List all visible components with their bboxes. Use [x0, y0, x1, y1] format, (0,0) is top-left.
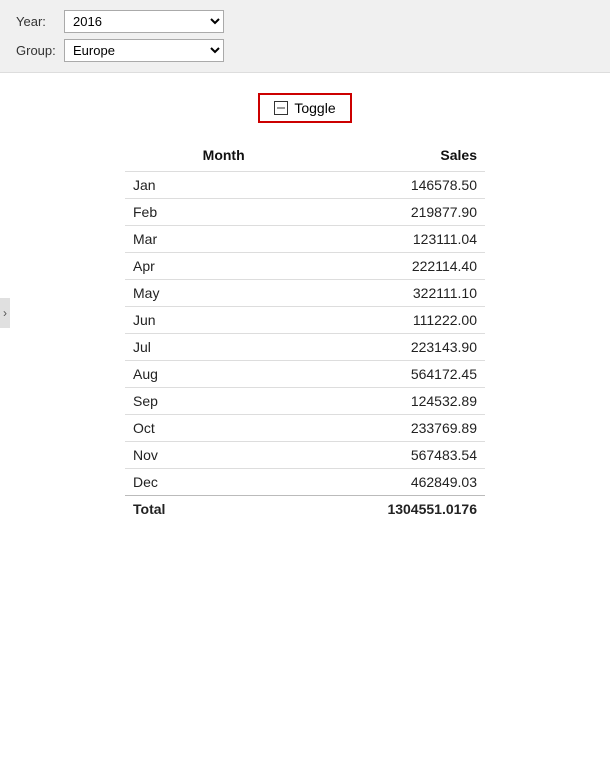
total-value: 1304551.0176 [253, 496, 485, 523]
sales-cell: 219877.90 [253, 199, 485, 226]
table-row: Aug564172.45 [125, 361, 485, 388]
sales-cell: 567483.54 [253, 442, 485, 469]
year-row: Year: 2016 2015 2017 2018 [16, 10, 594, 33]
total-label: Total [125, 496, 253, 523]
sidebar-collapse-arrow[interactable]: › [0, 298, 10, 328]
month-header: Month [125, 143, 253, 172]
sales-cell: 233769.89 [253, 415, 485, 442]
month-cell: Aug [125, 361, 253, 388]
sales-cell: 111222.00 [253, 307, 485, 334]
sales-cell: 564172.45 [253, 361, 485, 388]
year-label: Year: [16, 14, 64, 29]
month-cell: May [125, 280, 253, 307]
month-cell: Nov [125, 442, 253, 469]
sales-cell: 322111.10 [253, 280, 485, 307]
table-header-row: Month Sales [125, 143, 485, 172]
month-cell: Sep [125, 388, 253, 415]
month-cell: Jan [125, 172, 253, 199]
toggle-button[interactable]: Toggle [258, 93, 351, 123]
month-cell: Apr [125, 253, 253, 280]
month-cell: Feb [125, 199, 253, 226]
minus-icon [274, 101, 288, 115]
group-row: Group: Europe Asia Americas [16, 39, 594, 62]
month-cell: Mar [125, 226, 253, 253]
sales-cell: 222114.40 [253, 253, 485, 280]
toggle-label: Toggle [294, 100, 335, 116]
group-select[interactable]: Europe Asia Americas [64, 39, 224, 62]
sales-table: Month Sales Jan146578.50Feb219877.90Mar1… [125, 143, 485, 522]
table-row: Feb219877.90 [125, 199, 485, 226]
month-cell: Oct [125, 415, 253, 442]
sales-cell: 462849.03 [253, 469, 485, 496]
sales-header: Sales [253, 143, 485, 172]
table-row: Mar123111.04 [125, 226, 485, 253]
toolbar: Year: 2016 2015 2017 2018 Group: Europe … [0, 0, 610, 73]
table-row: Jul223143.90 [125, 334, 485, 361]
group-label: Group: [16, 43, 64, 58]
month-cell: Jun [125, 307, 253, 334]
table-row: Jan146578.50 [125, 172, 485, 199]
table-row: Jun111222.00 [125, 307, 485, 334]
sales-cell: 223143.90 [253, 334, 485, 361]
table-row: Sep124532.89 [125, 388, 485, 415]
sales-cell: 146578.50 [253, 172, 485, 199]
table-row: Oct233769.89 [125, 415, 485, 442]
table-row: May322111.10 [125, 280, 485, 307]
table-row: Dec462849.03 [125, 469, 485, 496]
sales-cell: 123111.04 [253, 226, 485, 253]
table-row: Apr222114.40 [125, 253, 485, 280]
total-row: Total 1304551.0176 [125, 496, 485, 523]
arrow-icon: › [3, 306, 7, 320]
year-select[interactable]: 2016 2015 2017 2018 [64, 10, 224, 33]
month-cell: Dec [125, 469, 253, 496]
sales-cell: 124532.89 [253, 388, 485, 415]
main-content: › Toggle Month Sales Jan146578.50Feb2198… [0, 73, 610, 552]
table-row: Nov567483.54 [125, 442, 485, 469]
month-cell: Jul [125, 334, 253, 361]
